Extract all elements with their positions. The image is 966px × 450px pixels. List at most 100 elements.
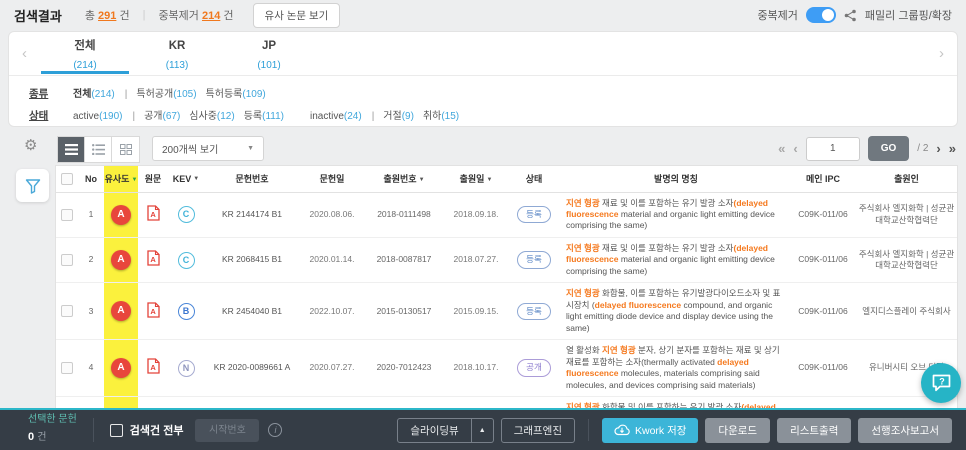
download-button[interactable]: 다운로드 bbox=[705, 418, 770, 443]
row-checkbox[interactable] bbox=[61, 254, 73, 266]
total-count-link[interactable]: 291 bbox=[98, 10, 116, 22]
col-header-doc_date[interactable]: 문헌일 bbox=[300, 166, 364, 192]
prior-search-report-button[interactable]: 선행조사보고서 bbox=[858, 418, 952, 443]
status-badge[interactable]: 등록 bbox=[517, 303, 551, 320]
filter-item-count[interactable]: (190) bbox=[99, 111, 122, 122]
similarity-grade-badge[interactable]: A bbox=[111, 358, 131, 378]
dedup-count-link[interactable]: 214 bbox=[202, 10, 220, 22]
kev-grade-badge[interactable]: C bbox=[178, 252, 195, 269]
detail-list-view-button[interactable] bbox=[85, 137, 112, 162]
kev-grade-badge[interactable]: C bbox=[178, 206, 195, 223]
doc-number[interactable]: KR 2068415 B1 bbox=[222, 254, 282, 264]
filter-item[interactable]: 거절 bbox=[383, 107, 401, 122]
cell-invention-title[interactable]: 지연 형광 재료 및 이를 포함하는 유기 발광 소자(delayed fluo… bbox=[560, 192, 792, 237]
col-header-ipc[interactable]: 메인 IPC bbox=[792, 166, 854, 192]
tabs-next-chevron-icon[interactable]: › bbox=[939, 45, 944, 62]
filter-item-count[interactable]: (109) bbox=[242, 89, 265, 100]
list-print-button[interactable]: 리스트출력 bbox=[777, 418, 851, 443]
pagination-next-icon[interactable]: › bbox=[936, 142, 940, 155]
col-header-applicant[interactable]: 출원인 bbox=[854, 166, 958, 192]
list-view-button[interactable] bbox=[58, 137, 85, 162]
tab-KR[interactable]: KR(113) bbox=[131, 32, 223, 73]
select-all-results-checkbox[interactable] bbox=[110, 424, 123, 437]
kwork-save-button[interactable]: Kwork 저장 bbox=[602, 418, 698, 443]
filter-item[interactable]: 취하 bbox=[423, 107, 441, 122]
similarity-grade-badge[interactable]: A bbox=[111, 250, 131, 270]
tabs-prev-chevron-icon[interactable]: ‹ bbox=[22, 45, 27, 62]
sort-caret-icon[interactable]: ▼ bbox=[486, 177, 492, 183]
col-header-app_no[interactable]: 출원번호▼ bbox=[364, 166, 444, 192]
sliding-view-button[interactable]: 슬라이딩뷰 bbox=[397, 418, 471, 443]
filter-item[interactable]: 특허공개 bbox=[136, 85, 173, 100]
cell-invention-title[interactable]: 지연 형광 화합물, 이를 포함하는 유기발광다이오드소자 및 표시장치 (de… bbox=[560, 283, 792, 340]
row-checkbox[interactable] bbox=[61, 209, 73, 221]
col-header-title[interactable]: 발명의 명칭 bbox=[560, 166, 792, 192]
pdf-icon[interactable]: A bbox=[147, 366, 160, 376]
tab-JP[interactable]: JP(101) bbox=[223, 32, 315, 73]
doc-number[interactable]: KR 2144174 B1 bbox=[222, 209, 282, 219]
col-header-doc_no[interactable]: 문헌번호 bbox=[204, 166, 300, 192]
page-size-select[interactable]: 200개씩 보기 ▼ bbox=[152, 136, 264, 161]
status-badge[interactable]: 등록 bbox=[517, 251, 551, 268]
dedup-toggle[interactable] bbox=[806, 7, 836, 23]
filter-item-count[interactable]: (12) bbox=[217, 111, 235, 122]
pdf-icon[interactable]: A bbox=[147, 310, 160, 320]
filter-item[interactable]: active bbox=[73, 111, 99, 122]
row-checkbox[interactable] bbox=[61, 362, 73, 374]
filter-item[interactable]: 공개 bbox=[144, 107, 162, 122]
sort-caret-icon[interactable]: ▼ bbox=[419, 177, 425, 183]
filter-item[interactable]: 전체 bbox=[73, 85, 91, 100]
pdf-icon[interactable]: A bbox=[147, 213, 160, 223]
col-header-orig[interactable]: 원문 bbox=[138, 166, 168, 192]
filter-item[interactable]: inactive bbox=[310, 111, 344, 122]
similar-papers-button[interactable]: 유사 논문 보기 bbox=[253, 3, 341, 28]
family-grouping-label[interactable]: 패밀리 그룹핑/확장 bbox=[865, 7, 952, 23]
filter-item-count[interactable]: (111) bbox=[262, 111, 284, 122]
doc-number[interactable]: KR 2454040 B1 bbox=[222, 306, 282, 316]
sliding-view-arrow-button[interactable]: ▲ bbox=[472, 418, 494, 443]
col-header-sim[interactable]: 유사도▼ bbox=[104, 166, 138, 192]
filter-item-count[interactable]: (15) bbox=[441, 111, 459, 122]
col-header-status[interactable]: 상태 bbox=[508, 166, 560, 192]
graph-engine-button[interactable]: 그래프엔진 bbox=[501, 418, 575, 443]
row-checkbox[interactable] bbox=[61, 305, 73, 317]
filter-item[interactable]: 심사중 bbox=[189, 107, 217, 122]
help-chat-button[interactable]: ? bbox=[921, 363, 961, 403]
grid-view-button[interactable] bbox=[112, 137, 139, 162]
col-header-app_date[interactable]: 출원일▼ bbox=[444, 166, 508, 192]
pagination-first-icon[interactable]: « bbox=[778, 142, 785, 155]
pagination-last-icon[interactable]: » bbox=[949, 142, 956, 155]
filter-item-count[interactable]: (67) bbox=[163, 111, 181, 122]
filter-item[interactable]: 등록 bbox=[244, 107, 262, 122]
go-button[interactable]: GO bbox=[868, 136, 910, 161]
settings-gear-icon[interactable]: ⚙ bbox=[24, 138, 37, 153]
cell-invention-title[interactable]: 지연 형광 재료 및 이를 포함하는 유기 발광 소자(delayed fluo… bbox=[560, 237, 792, 282]
filter-item[interactable]: 특허등록 bbox=[206, 85, 243, 100]
similarity-grade-badge[interactable]: A bbox=[111, 205, 131, 225]
filter-item-count[interactable]: (105) bbox=[173, 89, 196, 100]
filter-funnel-button[interactable] bbox=[16, 169, 49, 202]
status-badge[interactable]: 등록 bbox=[517, 206, 551, 223]
sort-caret-icon[interactable]: ▼ bbox=[193, 176, 199, 182]
select-all-checkbox[interactable] bbox=[61, 173, 73, 185]
bottom-action-bar: 선택한 문헌 0 건 검색건 전부 i 슬라이딩뷰 ▲ 그래프엔진 Kwork … bbox=[0, 408, 966, 450]
similarity-grade-badge[interactable]: A bbox=[111, 301, 131, 321]
sort-caret-icon[interactable]: ▼ bbox=[131, 177, 137, 183]
kev-grade-badge[interactable]: N bbox=[178, 360, 195, 377]
col-header-no[interactable]: No bbox=[78, 166, 104, 192]
doc-number[interactable]: KR 2020-0089661 A bbox=[214, 362, 291, 372]
status-badge[interactable]: 공개 bbox=[517, 359, 551, 376]
filter-item-count[interactable]: (9) bbox=[402, 111, 414, 122]
page-input[interactable] bbox=[806, 137, 860, 161]
kev-grade-badge[interactable]: B bbox=[178, 303, 195, 320]
pdf-icon[interactable]: A bbox=[147, 258, 160, 268]
pagination-prev-icon[interactable]: ‹ bbox=[793, 142, 797, 155]
cell-application-number: 2018-0111498 bbox=[364, 192, 444, 237]
filter-item-count[interactable]: (214) bbox=[91, 89, 114, 100]
start-number-input[interactable] bbox=[195, 419, 259, 442]
info-icon[interactable]: i bbox=[268, 423, 282, 437]
col-header-kev[interactable]: KEV▼ bbox=[168, 166, 204, 192]
tab-전체[interactable]: 전체(214) bbox=[39, 32, 131, 73]
cell-invention-title[interactable]: 열 활성화 지연 형광 분자, 상기 분자를 포함하는 재료 및 상기 재료를 … bbox=[560, 340, 792, 397]
filter-item-count[interactable]: (24) bbox=[344, 111, 362, 122]
